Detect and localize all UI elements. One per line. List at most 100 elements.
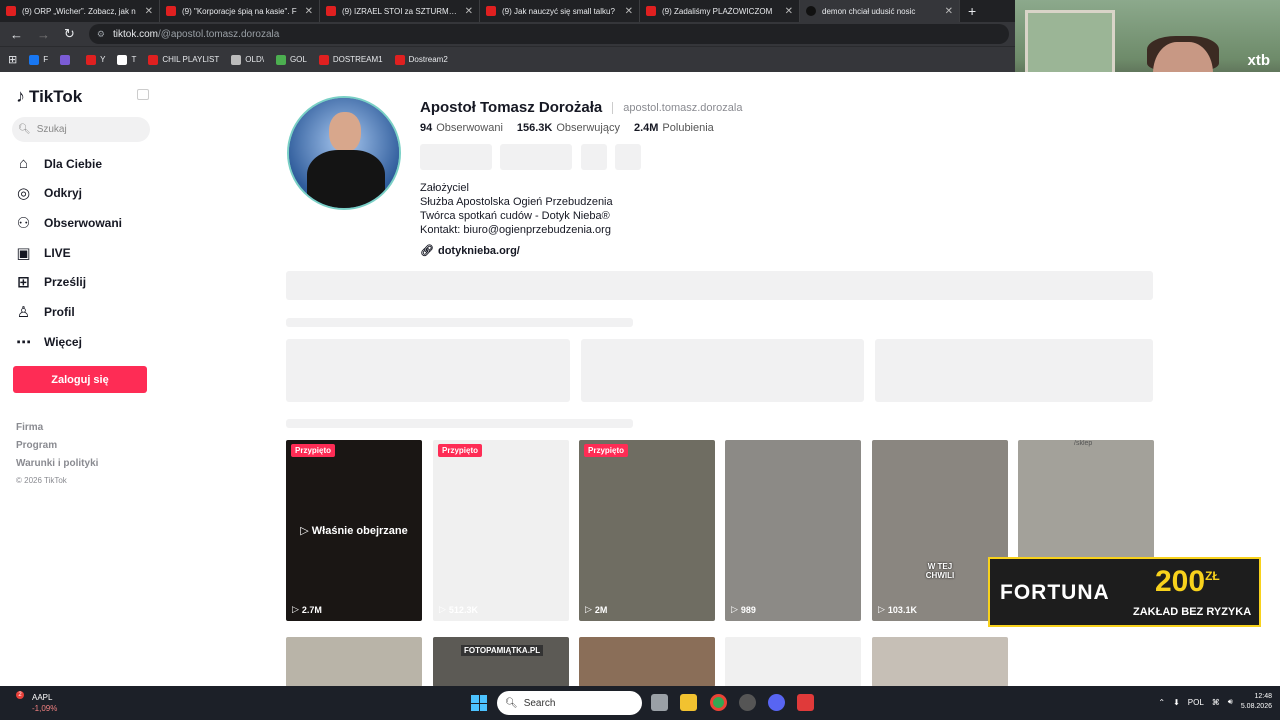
bookmark-item[interactable]: F bbox=[29, 54, 48, 65]
following-stat[interactable]: 94 Obserwowani bbox=[420, 122, 503, 134]
home-icon: ⌂ bbox=[18, 155, 29, 172]
video-thumbnail[interactable]: Przypięto ▷ 2M bbox=[579, 440, 715, 621]
taskbar-search[interactable]: 🔍︎ Search bbox=[497, 691, 642, 715]
profile-username: apostol.tomasz.dorozala bbox=[623, 101, 743, 114]
video-thumbnail[interactable]: Przypięto ▷ Właśnie obejrzane ▷ 2.7M bbox=[286, 440, 422, 621]
followers-stat[interactable]: 156.3K Obserwujący bbox=[517, 122, 620, 134]
bookmark-item[interactable]: OLD\ bbox=[231, 54, 264, 65]
clock[interactable]: 12:48 5.08.2026 bbox=[1241, 692, 1272, 712]
login-button[interactable]: Zaloguj się bbox=[13, 366, 147, 393]
tab-title: (9) Jak nauczyć się small talku? bbox=[502, 6, 615, 16]
network-icon[interactable]: ⌘ bbox=[1212, 698, 1220, 707]
follow-button-placeholder bbox=[420, 144, 492, 170]
settings-app-icon[interactable] bbox=[739, 694, 756, 711]
bookmark-item[interactable]: GOL bbox=[275, 54, 307, 65]
tab-favicon-icon bbox=[486, 6, 496, 16]
bio-line: Kontakt: biuro@ogienprzebudzenia.org bbox=[420, 224, 611, 236]
tab-close-icon[interactable]: ✕ bbox=[945, 6, 953, 17]
tabs-skeleton bbox=[286, 271, 1153, 300]
more-icon: ⋯ bbox=[16, 333, 31, 351]
user-plus-icon: ⚇ bbox=[16, 214, 31, 232]
sidebar-item-obserwowani[interactable]: ⚇ Obserwowani bbox=[16, 214, 122, 232]
stock-change: -1,09% bbox=[32, 704, 58, 713]
site-info-icon[interactable]: ⚙ bbox=[97, 29, 105, 40]
bookmark-item[interactable]: DOSTREAM1 bbox=[318, 54, 383, 65]
browser-tab[interactable]: (9) IZRAEL STOI za SZTURMEM ✕ bbox=[320, 0, 480, 22]
video-thumbnail[interactable]: ▷ 989 bbox=[725, 440, 861, 621]
apps-grid-icon[interactable]: ⊞ bbox=[8, 53, 17, 66]
browser-tab[interactable]: (9) Zadaliśmy PLAŻOWICZOM ✕ bbox=[640, 0, 800, 22]
sidebar-item-odkryj[interactable]: ◎ Odkryj bbox=[16, 185, 83, 202]
video-tag: /sklep bbox=[1074, 440, 1093, 447]
video-thumbnail[interactable] bbox=[872, 637, 1008, 687]
discord-icon[interactable] bbox=[768, 694, 785, 711]
play-icon: ▷ bbox=[292, 604, 299, 614]
fortuna-ad[interactable]: FORTUNA 200ZŁ ZAKŁAD BEZ RYZYKA bbox=[988, 557, 1261, 627]
sidebar-item-profil[interactable]: ♙ Profil bbox=[16, 304, 75, 321]
play-icon: ▷ bbox=[731, 604, 738, 614]
stock-symbol: AAPL bbox=[32, 693, 53, 702]
profile-avatar[interactable] bbox=[287, 96, 401, 210]
windows-taskbar: 2 AAPL -1,09% 🔍︎ Search ⌃ ⬇ POL ⌘ 🔊︎ 12:… bbox=[0, 686, 1280, 720]
view-count: ▷ 103.1K bbox=[878, 604, 917, 615]
sidebar-item-label: Odkryj bbox=[44, 186, 83, 201]
search-placeholder: Szukaj bbox=[36, 124, 67, 135]
footer-link-program[interactable]: Program bbox=[16, 440, 57, 451]
tab-title: (9) ORP „Wicher”. Zobacz, jak n bbox=[22, 6, 136, 16]
profile-icon: ♙ bbox=[16, 304, 31, 321]
sidebar-item-więcej[interactable]: ⋯ Więcej bbox=[16, 333, 82, 351]
bookmark-favicon-icon bbox=[394, 54, 405, 65]
tab-close-icon[interactable]: ✕ bbox=[625, 6, 633, 17]
forward-icon[interactable]: → bbox=[37, 27, 50, 42]
browser-tab[interactable]: (9) Jak nauczyć się small talku? ✕ bbox=[480, 0, 640, 22]
tab-close-icon[interactable]: ✕ bbox=[305, 6, 313, 17]
tray-chevron-icon[interactable]: ⌃ bbox=[1158, 698, 1165, 707]
back-icon[interactable]: ← bbox=[10, 27, 23, 42]
browser-tab[interactable]: (9) "Korporacje śpią na kasie". F ✕ bbox=[160, 0, 320, 22]
sidebar-item-live[interactable]: ▣ LIVE bbox=[16, 245, 70, 262]
bookmark-item[interactable]: T bbox=[117, 54, 136, 65]
windows-start-icon[interactable] bbox=[471, 695, 487, 711]
play-icon: ▷ bbox=[585, 604, 592, 614]
bookmark-item[interactable]: Y bbox=[86, 54, 105, 65]
search-input[interactable]: 🔍︎ Szukaj bbox=[12, 117, 150, 142]
volume-icon[interactable]: 🔊︎ bbox=[1228, 697, 1233, 707]
bookmark-item[interactable]: CHIL PLAYLIST bbox=[148, 54, 219, 65]
notification-badge: 2 bbox=[16, 691, 24, 699]
video-thumbnail[interactable]: Przypięto ▷ 512.3K bbox=[433, 440, 569, 621]
app-icon[interactable] bbox=[797, 694, 814, 711]
tray-app-icon[interactable]: ⬇ bbox=[1173, 698, 1180, 707]
video-thumbnail[interactable]: FOTOPAMIĄTKA.PL bbox=[433, 637, 569, 687]
task-view-icon[interactable] bbox=[651, 694, 668, 711]
text-skeleton bbox=[286, 419, 633, 428]
address-bar[interactable]: ⚙ tiktok.com/@apostol.tomasz.dorozala bbox=[88, 24, 1009, 44]
collapse-sidebar-icon[interactable] bbox=[137, 89, 149, 100]
tiktok-logo[interactable]: ♪ TikTok bbox=[16, 86, 82, 107]
sidebar-item-label: Profil bbox=[44, 305, 75, 319]
bookmark-favicon-icon bbox=[148, 54, 159, 65]
browser-tab[interactable]: demon chciał udusić nosic ✕ bbox=[800, 0, 960, 22]
profile-link[interactable]: 🔗︎ dotyknieba.org/ bbox=[420, 244, 520, 258]
sidebar-item-label: Prześlij bbox=[44, 275, 87, 290]
sidebar-item-dla-ciebie[interactable]: ⌂ Dla Ciebie bbox=[16, 155, 102, 172]
tab-close-icon[interactable]: ✕ bbox=[145, 6, 153, 17]
video-thumbnail[interactable] bbox=[579, 637, 715, 687]
bookmark-item[interactable] bbox=[60, 54, 74, 65]
new-tab-button[interactable]: + bbox=[960, 3, 984, 19]
sidebar-item-prześlij[interactable]: ⊞ Prześlij bbox=[16, 274, 87, 291]
chrome-icon[interactable] bbox=[710, 694, 727, 711]
footer-link-firma[interactable]: Firma bbox=[16, 422, 43, 433]
language-indicator[interactable]: POL bbox=[1188, 698, 1204, 707]
video-thumbnail[interactable] bbox=[725, 637, 861, 687]
just-watched-label: ▷ Właśnie obejrzane bbox=[300, 525, 408, 537]
video-thumbnail[interactable] bbox=[286, 637, 422, 687]
bookmark-item[interactable]: Dostream2 bbox=[394, 54, 448, 65]
tab-favicon-icon bbox=[6, 6, 16, 16]
stock-widget[interactable]: 2 AAPL -1,09% bbox=[16, 691, 58, 714]
browser-tab[interactable]: (9) ORP „Wicher”. Zobacz, jak n ✕ bbox=[0, 0, 160, 22]
footer-link-terms[interactable]: Warunki i polityki bbox=[16, 458, 98, 469]
file-explorer-icon[interactable] bbox=[680, 694, 697, 711]
tab-close-icon[interactable]: ✕ bbox=[785, 6, 793, 17]
reload-icon[interactable]: ↻ bbox=[64, 26, 75, 42]
tab-close-icon[interactable]: ✕ bbox=[465, 6, 473, 17]
